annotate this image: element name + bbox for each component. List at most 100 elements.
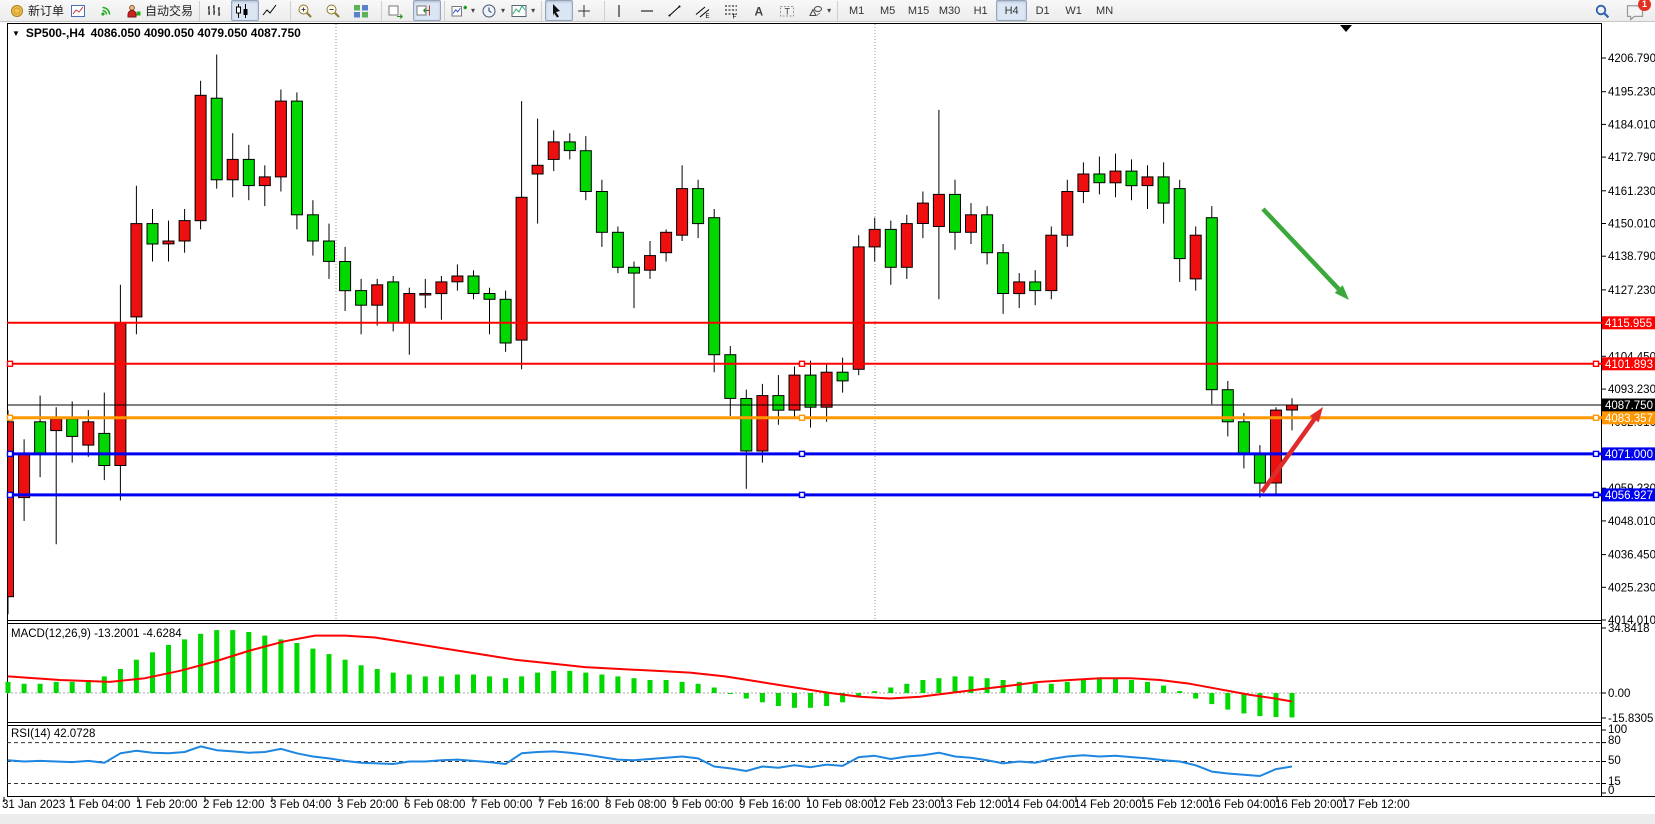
autotrade-icon xyxy=(126,3,142,19)
text-button[interactable]: A xyxy=(748,0,776,21)
toolbar-right: 1 xyxy=(1591,0,1655,21)
template-icon xyxy=(511,3,527,19)
line-handle[interactable] xyxy=(800,492,805,497)
horizontal-line-button[interactable] xyxy=(636,0,664,21)
candle xyxy=(709,209,720,372)
svg-text:4206.790: 4206.790 xyxy=(1608,53,1655,65)
notification-badge: 1 xyxy=(1638,0,1651,11)
autotrade-button[interactable]: 自动交易 xyxy=(123,0,196,21)
zoom-out-button[interactable] xyxy=(322,0,350,21)
candle xyxy=(275,90,286,192)
vertical-line-button[interactable] xyxy=(608,0,636,21)
timeframe-m30-button[interactable]: M30 xyxy=(934,0,965,21)
line-handle[interactable] xyxy=(8,415,13,420)
shapes-button[interactable]: ▾ xyxy=(804,0,834,21)
line-handle[interactable] xyxy=(1594,361,1599,366)
candle xyxy=(291,92,302,229)
svg-text:4025.230: 4025.230 xyxy=(1608,582,1655,594)
svg-text:16 Feb 20:00: 16 Feb 20:00 xyxy=(1275,799,1343,811)
price-chart[interactable]: 4206.7904195.2304184.0104172.7904161.230… xyxy=(0,0,1655,824)
terminal-window: 新订单 自动交易 ▾ ▾ ▾ E F A T ▾ M1M5M15M30H1H4D1W1MN 1 420… xyxy=(0,0,1655,824)
timeframe-h4-button[interactable]: H4 xyxy=(996,0,1027,21)
timeframe-m1-button[interactable]: M1 xyxy=(841,0,872,21)
equidistant-channel-button[interactable]: E xyxy=(692,0,720,21)
tile-windows-button[interactable] xyxy=(350,0,378,21)
timeframe-mn-button[interactable]: MN xyxy=(1089,0,1120,21)
bar-chart-icon xyxy=(206,3,222,19)
svg-text:34.8418: 34.8418 xyxy=(1608,623,1650,635)
svg-text:2 Feb 12:00: 2 Feb 12:00 xyxy=(203,799,264,811)
line-handle[interactable] xyxy=(800,361,805,366)
line-chart-button[interactable] xyxy=(259,0,287,21)
svg-text:4161.230: 4161.230 xyxy=(1608,186,1655,198)
candlestick-chart-button[interactable] xyxy=(231,0,259,21)
line-handle[interactable] xyxy=(8,492,13,497)
timeframe-group: M1M5M15M30H1H4D1W1MN xyxy=(837,1,1120,21)
svg-text:T: T xyxy=(785,6,791,16)
svg-text:F: F xyxy=(733,13,737,19)
indicators-button[interactable]: ▾ xyxy=(448,0,478,21)
text-label-button[interactable]: T xyxy=(776,0,804,21)
line-handle[interactable] xyxy=(800,451,805,456)
line-handle[interactable] xyxy=(1594,492,1599,497)
periods-button[interactable]: ▾ xyxy=(478,0,508,21)
timeframe-h1-button[interactable]: H1 xyxy=(965,0,996,21)
symbol-dropdown-icon[interactable]: ▼ xyxy=(12,29,20,38)
fibonacci-button[interactable]: F xyxy=(720,0,748,21)
notifications-button[interactable]: 1 xyxy=(1625,2,1645,20)
label-icon: T xyxy=(779,3,795,19)
signals-button[interactable] xyxy=(95,0,123,21)
candle xyxy=(195,81,206,230)
hline-icon xyxy=(639,3,655,19)
line-handle[interactable] xyxy=(800,415,805,420)
svg-text:50: 50 xyxy=(1608,755,1621,767)
line-handle[interactable] xyxy=(1594,451,1599,456)
bar-chart-button[interactable] xyxy=(203,0,231,21)
svg-text:1 Feb 20:00: 1 Feb 20:00 xyxy=(136,799,197,811)
new-order-button-label: 新订单 xyxy=(28,2,64,19)
toolbar-group xyxy=(199,1,287,21)
chart-shift-icon xyxy=(416,3,432,19)
crosshair-button[interactable] xyxy=(573,0,601,21)
timeframe-d1-button[interactable]: D1 xyxy=(1027,0,1058,21)
zoom-in-icon xyxy=(297,3,313,19)
svg-text:12 Feb 23:00: 12 Feb 23:00 xyxy=(873,799,941,811)
chart-ohlc-values: 4086.050 4090.050 4079.050 4087.750 xyxy=(91,26,301,40)
price-line-label: 4115.955 xyxy=(1602,316,1655,330)
toolbar-group xyxy=(290,1,378,21)
auto-scroll-button[interactable] xyxy=(385,0,413,21)
line-handle[interactable] xyxy=(1594,415,1599,420)
signal-icon xyxy=(98,3,114,19)
text-icon: A xyxy=(751,3,767,19)
autotrade-button-label: 自动交易 xyxy=(145,2,193,19)
time-axis[interactable]: 31 Jan 20231 Feb 04:001 Feb 20:002 Feb 1… xyxy=(2,797,1410,811)
price-line-label: 4071.000 xyxy=(1602,447,1655,461)
candle xyxy=(500,291,511,352)
chart-shift-button[interactable] xyxy=(413,0,441,21)
timeframe-m15-button[interactable]: M15 xyxy=(903,0,934,21)
line-handle[interactable] xyxy=(8,361,13,366)
chevron-down-icon[interactable]: ▾ xyxy=(471,6,475,15)
charts-window-button[interactable] xyxy=(67,0,95,21)
svg-text:9 Feb 16:00: 9 Feb 16:00 xyxy=(739,799,800,811)
chevron-down-icon[interactable]: ▾ xyxy=(501,6,505,15)
chevron-down-icon[interactable]: ▾ xyxy=(827,6,831,15)
cursor-button[interactable] xyxy=(545,0,573,21)
price-line-label: 4083.357 xyxy=(1602,411,1655,425)
main-toolbar: 新订单 自动交易 ▾ ▾ ▾ E F A T ▾ M1M5M15M30H1H4D1W1MN 1 xyxy=(0,0,1655,22)
zoom-in-button[interactable] xyxy=(294,0,322,21)
svg-text:4184.010: 4184.010 xyxy=(1608,119,1655,131)
chevron-down-icon[interactable]: ▾ xyxy=(531,6,535,15)
templates-button[interactable]: ▾ xyxy=(508,0,538,21)
svg-text:1 Feb 04:00: 1 Feb 04:00 xyxy=(69,799,130,811)
trendline-button[interactable] xyxy=(664,0,692,21)
new-order-button[interactable]: 新订单 xyxy=(6,0,67,21)
trendline-icon xyxy=(667,3,683,19)
search-button[interactable] xyxy=(1591,0,1619,21)
timeframe-w1-button[interactable]: W1 xyxy=(1058,0,1089,21)
svg-text:6 Feb 08:00: 6 Feb 08:00 xyxy=(404,799,465,811)
svg-text:4083.357: 4083.357 xyxy=(1605,413,1653,425)
svg-text:80: 80 xyxy=(1608,735,1621,747)
timeframe-m5-button[interactable]: M5 xyxy=(872,0,903,21)
line-handle[interactable] xyxy=(8,451,13,456)
